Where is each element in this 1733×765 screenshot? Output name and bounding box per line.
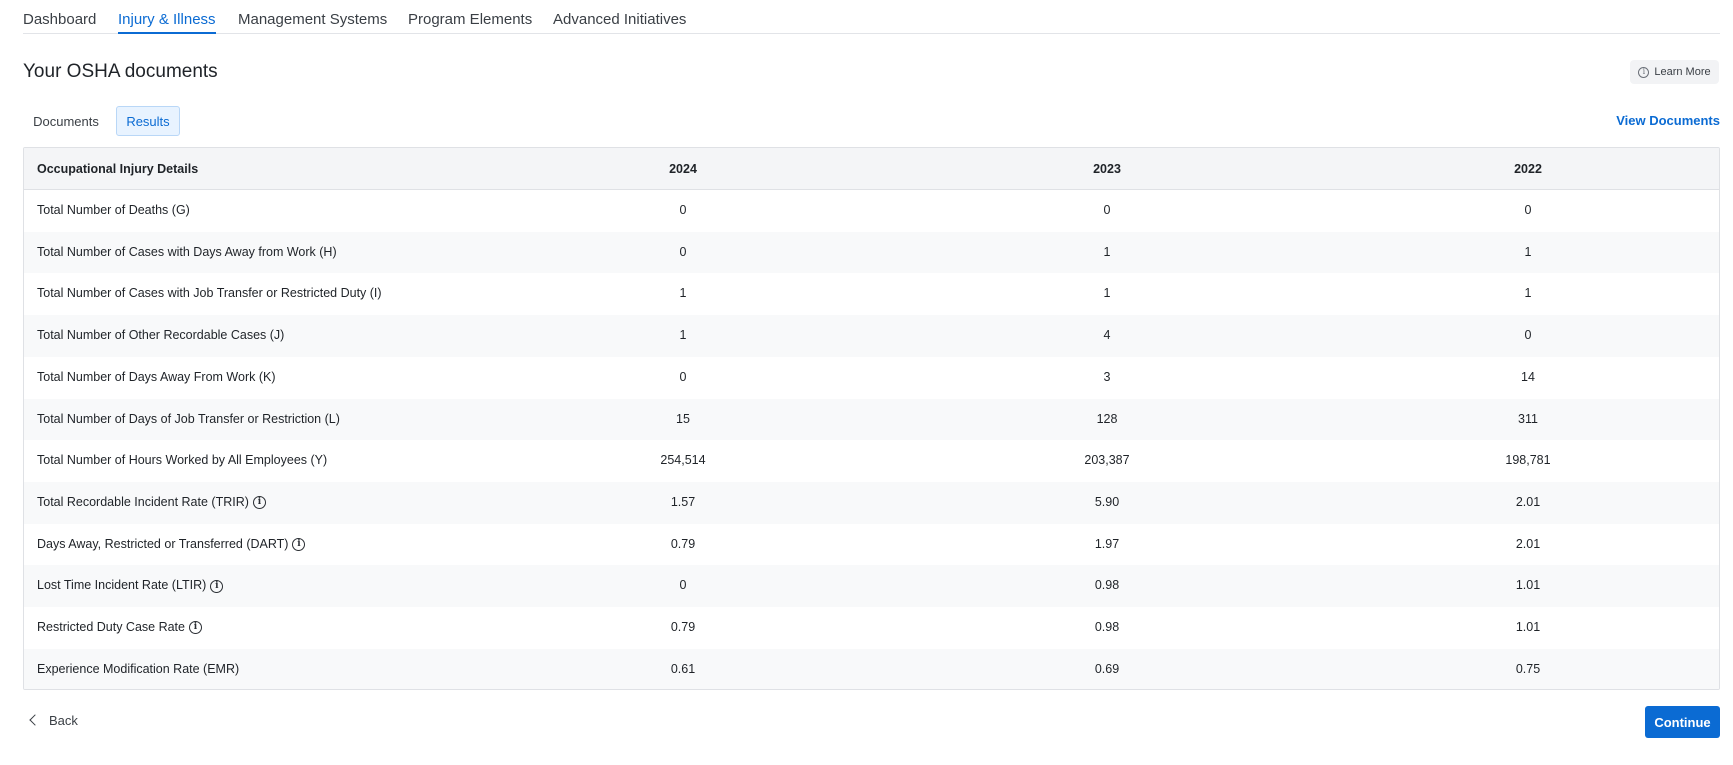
row-value-2023: 0.98 (1094, 620, 1120, 634)
row-value-2024: 0 (679, 244, 687, 259)
row-value-2024: 0.79 (670, 620, 696, 634)
info-circle-icon[interactable]: i (210, 579, 224, 593)
row-value-2022: 2.01 (1515, 536, 1541, 551)
table-row: Restricted Duty Case Rate i 0.79 0.98 1.01 (24, 607, 1719, 649)
table-row: Total Number of Cases with Job Transfer … (24, 273, 1719, 315)
row-value-2022: 1 (1524, 244, 1532, 259)
row-label: Total Recordable Incident Rate (TRIR) i (37, 482, 266, 524)
learn-more-button[interactable]: i Learn More (1630, 60, 1719, 84)
row-label: Restricted Duty Case Rate i (37, 607, 202, 649)
info-circle-icon[interactable]: i (292, 537, 306, 551)
row-value-2022: 198,781 (1505, 453, 1551, 468)
row-label: Total Number of Hours Worked by All Empl… (37, 440, 327, 482)
subtab-results[interactable]: Results (116, 106, 180, 136)
continue-button[interactable]: Continue (1645, 706, 1720, 738)
row-label-text: Total Number of Hours Worked by All Empl… (37, 453, 328, 468)
row-value-2022: 0 (1524, 203, 1532, 217)
row-label: Total Number of Deaths (G) (37, 190, 190, 232)
header-year-2022: 2022 (1514, 162, 1542, 176)
header-year-2023: 2023 (1093, 162, 1121, 176)
info-circle-icon[interactable]: i (188, 621, 202, 635)
row-value-2022: 2.01 (1515, 494, 1541, 509)
table-row: Total Number of Hours Worked by All Empl… (24, 440, 1719, 482)
row-label: Days Away, Restricted or Transferred (DA… (37, 524, 306, 566)
injury-details-table: Occupational Injury Details 2024 2023 20… (23, 147, 1720, 690)
learn-more-label: Learn More (1654, 66, 1711, 78)
row-label-text: Total Number of Other Recordable Cases (… (37, 328, 285, 343)
row-value-2023: 128 (1096, 411, 1118, 426)
row-label: Total Number of Other Recordable Cases (… (37, 315, 284, 357)
table-row: Total Number of Deaths (G) 0 0 0 (24, 190, 1719, 232)
table-header: Occupational Injury Details 2024 2023 20… (24, 148, 1719, 190)
row-label-text: Days Away, Restricted or Transferred (DA… (37, 536, 289, 551)
tab-dashboard[interactable]: Dashboard (23, 11, 96, 28)
header-label: Occupational Injury Details (37, 162, 199, 176)
row-value-2023: 1 (1103, 286, 1111, 301)
row-value-2023: 0.69 (1094, 661, 1120, 676)
table-row: Total Number of Days of Job Transfer or … (24, 398, 1719, 441)
row-label: Total Number of Cases with Days Away fro… (37, 232, 337, 274)
row-value-2022: 0.75 (1515, 661, 1541, 676)
table-row: Total Number of Cases with Days Away fro… (24, 231, 1719, 274)
row-value-2024: 15 (676, 411, 690, 426)
view-documents-link[interactable]: View Documents (1616, 113, 1720, 128)
row-value-2023: 1.97 (1094, 536, 1120, 551)
row-value-2024: 0 (679, 578, 687, 593)
table-row: Experience Modification Rate (EMR) 0.61 0.… (24, 648, 1719, 689)
row-value-2023: 0 (1103, 203, 1111, 217)
tab-program-elements[interactable]: Program Elements (408, 11, 532, 28)
row-value-2022: 1.01 (1515, 620, 1541, 634)
row-label-text: Total Number of Cases with Job Transfer … (37, 286, 382, 301)
row-label-text: Experience Modification Rate (EMR) (37, 661, 240, 676)
header-year-2024: 2024 (669, 162, 697, 176)
row-label-text: Total Number of Cases with Days Away fro… (37, 244, 337, 259)
back-button[interactable]: Back (29, 713, 78, 728)
subtab-documents[interactable]: Documents (23, 106, 109, 136)
info-circle-icon[interactable]: i (252, 496, 266, 510)
row-label-text: Total Number of Deaths (G) (37, 203, 190, 217)
row-label: Lost Time Incident Rate (LTIR) i (37, 565, 224, 607)
row-value-2024: 1 (679, 286, 687, 301)
row-value-2024: 0.79 (670, 536, 696, 551)
row-value-2023: 3 (1103, 369, 1111, 384)
row-value-2024: 254,514 (660, 453, 706, 468)
row-label-text: Total Recordable Incident Rate (TRIR) (37, 494, 249, 509)
row-label: Total Number of Cases with Job Transfer … (37, 273, 382, 315)
row-value-2022: 1 (1524, 286, 1532, 301)
table-row: Lost Time Incident Rate (LTIR) i 0 0.98 1.01 (24, 565, 1719, 607)
row-value-2024: 1.57 (670, 494, 696, 509)
row-label-text: Total Number of Days of Job Transfer or … (37, 411, 340, 426)
row-label-text: Lost Time Incident Rate (LTIR) (37, 578, 207, 593)
row-label: Total Number of Days of Job Transfer or … (37, 399, 340, 441)
row-value-2024: 1 (679, 328, 687, 343)
row-value-2023: 1 (1103, 244, 1111, 259)
tab-injury-illness[interactable]: Injury & Illness (118, 11, 216, 34)
back-label: Back (49, 713, 78, 728)
table-row: Total Number of Other Recordable Cases (… (24, 315, 1719, 357)
table-row: Total Recordable Incident Rate (TRIR) i 1.… (24, 481, 1719, 524)
row-value-2022: 14 (1521, 369, 1535, 384)
row-value-2024: 0 (679, 203, 687, 217)
tab-advanced-initiatives[interactable]: Advanced Initiatives (553, 11, 686, 28)
row-label-text: Total Number of Days Away From Work (K) (37, 369, 276, 384)
row-value-2023: 0.98 (1094, 578, 1120, 593)
row-label-text: Restricted Duty Case Rate (37, 620, 185, 634)
row-value-2022: 311 (1518, 411, 1538, 426)
row-value-2023: 4 (1103, 328, 1111, 343)
row-value-2024: 0.61 (670, 661, 696, 676)
tab-management-systems[interactable]: Management Systems (238, 11, 387, 28)
page-title: Your OSHA documents (23, 61, 218, 82)
row-label: Experience Modification Rate (EMR) (37, 649, 240, 689)
row-value-2022: 0 (1524, 328, 1532, 343)
row-value-2023: 5.90 (1094, 494, 1120, 509)
row-label: Total Number of Days Away From Work (K) (37, 357, 276, 399)
row-value-2023: 203,387 (1084, 453, 1130, 468)
table-row: Total Number of Days Away From Work (K) 0… (24, 357, 1719, 399)
chevron-left-icon (29, 714, 41, 726)
row-value-2022: 1.01 (1515, 578, 1541, 593)
table-row: Days Away, Restricted or Transferred (DA… (24, 524, 1719, 566)
info-circle-icon: i (1638, 66, 1650, 78)
row-value-2024: 0 (679, 369, 687, 384)
top-navigation: Dashboard Injury & Illness Management Sy… (23, 0, 1720, 34)
